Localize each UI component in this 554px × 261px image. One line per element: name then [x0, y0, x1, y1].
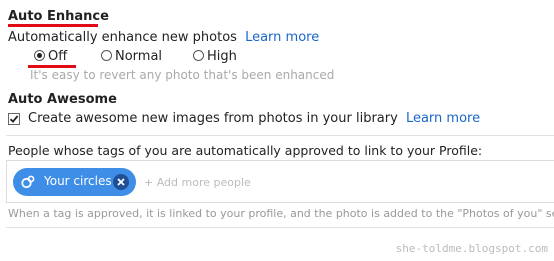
radio-normal[interactable]	[101, 50, 112, 61]
annotation-underline-title	[8, 24, 98, 27]
close-icon	[117, 178, 125, 186]
radio-off[interactable]	[34, 50, 45, 61]
auto-enhance-description-text: Automatically enhance new photos	[8, 30, 237, 45]
your-circles-chip-label: Your circles	[44, 174, 112, 188]
your-circles-chip[interactable]: Your circles	[13, 168, 136, 196]
checkmark-icon	[9, 115, 19, 123]
section-divider	[6, 135, 554, 136]
radio-high-label[interactable]: High	[207, 49, 237, 64]
remove-chip-button[interactable]	[113, 174, 129, 190]
auto-awesome-row: Create awesome new images from photos in…	[28, 111, 480, 126]
auto-awesome-learn-more-link[interactable]: Learn more	[406, 111, 480, 126]
tag-approval-description: People whose tags of you are automatical…	[8, 143, 483, 158]
auto-enhance-learn-more-link[interactable]: Learn more	[245, 30, 319, 45]
auto-enhance-title: Auto Enhance	[8, 9, 109, 24]
circles-icon	[21, 175, 35, 189]
tag-approval-note: When a tag is approved, it is linked to …	[8, 207, 554, 220]
bottom-divider	[6, 227, 554, 228]
add-more-people-input[interactable]: + Add more people	[144, 176, 251, 189]
radio-high[interactable]	[193, 50, 204, 61]
radio-off-label[interactable]: Off	[48, 49, 67, 64]
auto-enhance-description: Automatically enhance new photos Learn m…	[8, 30, 319, 45]
radio-normal-label[interactable]: Normal	[115, 49, 162, 64]
auto-awesome-checkbox[interactable]	[8, 113, 20, 125]
watermark: she-toldme.blogspot.com	[395, 242, 548, 255]
auto-awesome-title: Auto Awesome	[8, 92, 117, 107]
auto-awesome-checkbox-label[interactable]: Create awesome new images from photos in…	[28, 111, 398, 126]
auto-enhance-hint: It's easy to revert any photo that's bee…	[30, 68, 335, 82]
